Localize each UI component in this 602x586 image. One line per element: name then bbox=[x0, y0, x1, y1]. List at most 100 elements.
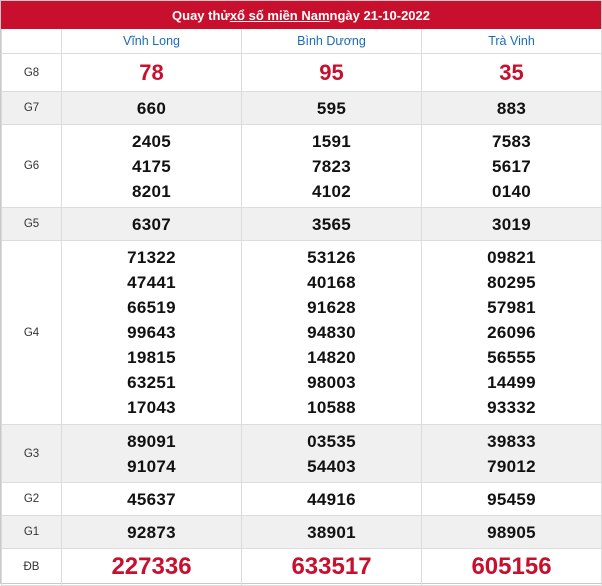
title-prefix: Quay thử bbox=[172, 7, 230, 23]
prize-number: 3019 bbox=[491, 214, 532, 234]
prize-number: 95 bbox=[319, 59, 344, 85]
prize-number: 66519 bbox=[127, 298, 176, 317]
prize-number: 660 bbox=[136, 98, 167, 118]
prize-number: 14499 bbox=[487, 373, 536, 392]
prize-cell: 35 bbox=[421, 53, 602, 92]
prize-number: 595 bbox=[316, 98, 347, 118]
prize-number: 1591 bbox=[311, 131, 352, 151]
prize-label: ĐB bbox=[1, 548, 62, 586]
prize-cell: 633517 bbox=[241, 548, 422, 586]
empty-header-cell bbox=[1, 29, 62, 54]
prize-number: 94830 bbox=[307, 323, 356, 342]
prize-number: 92873 bbox=[127, 522, 176, 542]
prize-row-g4: G4 71322 47441 66519 99643 19815 63251 17043 531… bbox=[1, 240, 602, 425]
prize-cell: 2405 4175 8201 bbox=[61, 124, 242, 208]
xsmn-link[interactable]: xổ số miền Nam bbox=[230, 8, 330, 23]
prize-number: 71322 bbox=[127, 248, 176, 267]
prize-label: G1 bbox=[1, 515, 62, 549]
prize-cell: 71322 47441 66519 99643 19815 63251 17043 bbox=[61, 240, 242, 425]
prize-label: G5 bbox=[1, 207, 62, 241]
prize-row-g8: G8 78 95 35 bbox=[1, 53, 602, 92]
prize-number: 6307 bbox=[131, 214, 172, 234]
prize-number: 91074 bbox=[127, 456, 176, 476]
prize-number: 89091 bbox=[127, 431, 176, 451]
prize-number: 8201 bbox=[131, 181, 172, 201]
prize-number: 7823 bbox=[311, 156, 352, 176]
prize-cell: 227336 bbox=[61, 548, 242, 586]
prize-cell: 605156 bbox=[421, 548, 602, 586]
prize-number: 98003 bbox=[307, 373, 356, 392]
prize-number: 54403 bbox=[307, 456, 356, 476]
results-table: Vĩnh Long Bình Dương Trà Vinh G8 78 95 35 G7… bbox=[1, 29, 602, 586]
prize-number: 10588 bbox=[307, 398, 356, 417]
prize-cell: 89091 91074 bbox=[61, 424, 242, 483]
prize-cell: 09821 80295 57981 26096 56555 14499 93332 bbox=[421, 240, 602, 425]
prize-cell: 53126 40168 91628 94830 14820 98003 10588 bbox=[241, 240, 422, 425]
prize-cell: 3019 bbox=[421, 207, 602, 241]
prize-number: 227336 bbox=[111, 553, 192, 580]
prize-number: 93332 bbox=[487, 398, 536, 417]
prize-cell: 78 bbox=[61, 53, 242, 92]
prize-cell: 38901 bbox=[241, 515, 422, 549]
province-header[interactable]: Trà Vinh bbox=[421, 29, 602, 54]
prize-row-g1: G1 92873 38901 98905 bbox=[1, 515, 602, 549]
prize-number: 4175 bbox=[131, 156, 172, 176]
prize-number: 63251 bbox=[127, 373, 176, 392]
prize-number: 4102 bbox=[311, 181, 352, 201]
prize-number: 633517 bbox=[291, 553, 372, 580]
prize-number: 19815 bbox=[127, 348, 176, 367]
prize-number: 79012 bbox=[487, 456, 536, 476]
prize-number: 03535 bbox=[307, 431, 356, 451]
prize-cell: 92873 bbox=[61, 515, 242, 549]
prize-cell: 95 bbox=[241, 53, 422, 92]
prize-label: G4 bbox=[1, 240, 62, 425]
prize-row-g5: G5 6307 3565 3019 bbox=[1, 207, 602, 241]
prize-cell: 03535 54403 bbox=[241, 424, 422, 483]
prize-label: G8 bbox=[1, 53, 62, 92]
prize-number: 2405 bbox=[131, 131, 172, 151]
prize-cell: 39833 79012 bbox=[421, 424, 602, 483]
prize-number: 7583 bbox=[491, 131, 532, 151]
prize-number: 44916 bbox=[307, 489, 356, 509]
prize-number: 38901 bbox=[307, 522, 356, 542]
prize-number: 56555 bbox=[487, 348, 536, 367]
prize-number: 40168 bbox=[307, 273, 356, 292]
prize-number: 17043 bbox=[127, 398, 176, 417]
prize-label: G2 bbox=[1, 482, 62, 516]
prize-label: G6 bbox=[1, 124, 62, 208]
prize-cell: 595 bbox=[241, 91, 422, 125]
prize-number: 605156 bbox=[471, 553, 552, 580]
prize-number: 3565 bbox=[311, 214, 352, 234]
prize-cell: 1591 7823 4102 bbox=[241, 124, 422, 208]
prize-number: 35 bbox=[499, 59, 524, 85]
prize-number: 39833 bbox=[487, 431, 536, 451]
prize-number: 0140 bbox=[491, 181, 532, 201]
prize-number: 80295 bbox=[487, 273, 536, 292]
prize-number: 883 bbox=[496, 98, 527, 118]
prize-number: 14820 bbox=[307, 348, 356, 367]
prize-cell: 6307 bbox=[61, 207, 242, 241]
prize-number: 95459 bbox=[487, 489, 536, 509]
prize-row-g3: G3 89091 91074 03535 54403 39833 79012 bbox=[1, 424, 602, 483]
prize-cell: 7583 5617 0140 bbox=[421, 124, 602, 208]
prize-label: G3 bbox=[1, 424, 62, 483]
prize-cell: 95459 bbox=[421, 482, 602, 516]
prize-number: 78 bbox=[139, 59, 164, 85]
title-suffix: ngày 21-10-2022 bbox=[329, 7, 430, 23]
prize-cell: 883 bbox=[421, 91, 602, 125]
prize-number: 57981 bbox=[487, 298, 536, 317]
prize-cell: 660 bbox=[61, 91, 242, 125]
prize-cell: 3565 bbox=[241, 207, 422, 241]
prize-label: G7 bbox=[1, 91, 62, 125]
prize-row-g7: G7 660 595 883 bbox=[1, 91, 602, 125]
prize-number: 47441 bbox=[127, 273, 176, 292]
prize-number: 99643 bbox=[127, 323, 176, 342]
prize-cell: 98905 bbox=[421, 515, 602, 549]
prize-cell: 44916 bbox=[241, 482, 422, 516]
province-header[interactable]: Vĩnh Long bbox=[61, 29, 242, 54]
prize-number: 26096 bbox=[487, 323, 536, 342]
prize-number: 53126 bbox=[307, 248, 356, 267]
results-body: G8 78 95 35 G7 660 595 883 G6 2405 4175 8201 1591 782… bbox=[1, 53, 602, 586]
prize-number: 91628 bbox=[307, 298, 356, 317]
province-header[interactable]: Bình Dương bbox=[241, 29, 422, 54]
